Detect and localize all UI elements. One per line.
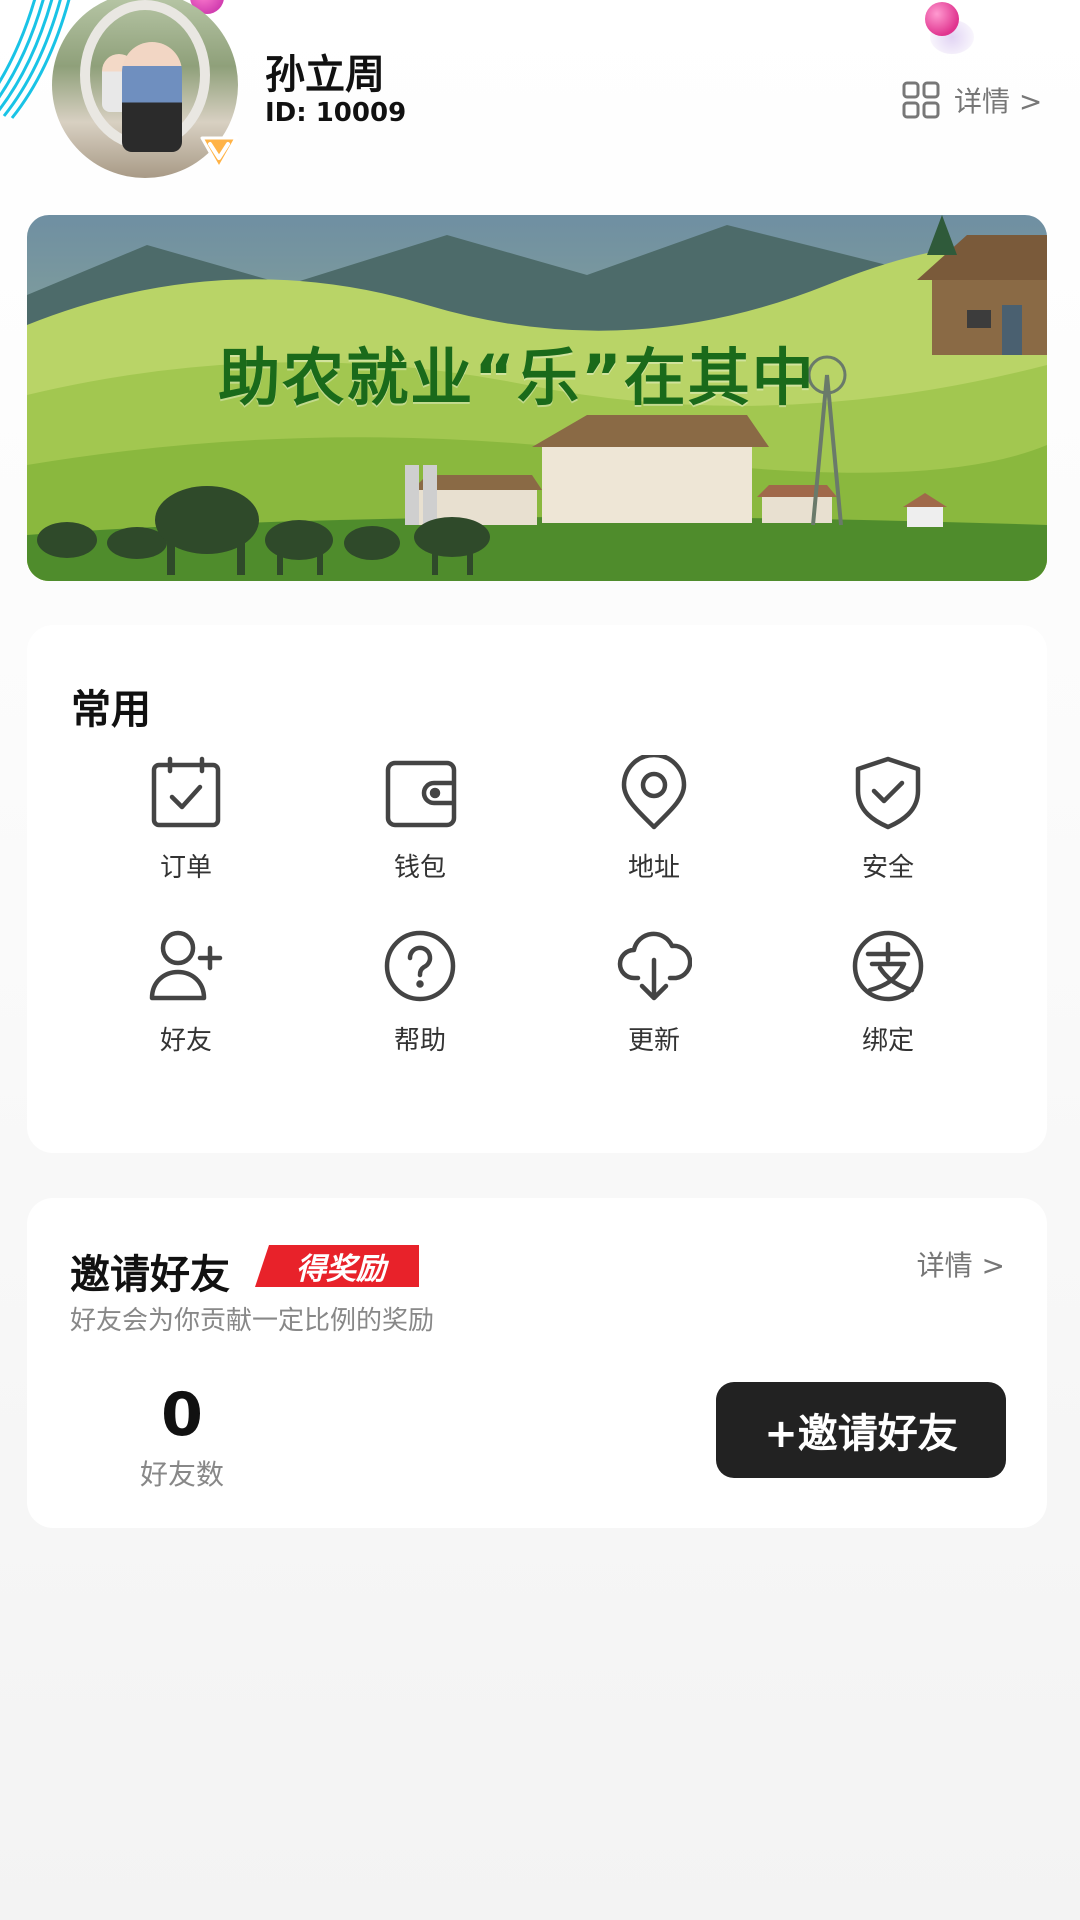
profile-detail-label: 详情 > bbox=[954, 85, 1043, 118]
shield-check-icon bbox=[855, 756, 921, 830]
alipay-icon bbox=[852, 930, 924, 1002]
invite-friends-card: 邀请好友 得奖励 详情 > 好友会为你贡献一定比例的奖励 0 好友数 +邀请好友 bbox=[27, 1198, 1047, 1528]
menu-item-update[interactable]: 更新 bbox=[537, 928, 771, 1057]
profile-detail-link[interactable]: 详情 > bbox=[902, 80, 1042, 120]
reward-tag-label: 得奖励 bbox=[296, 1252, 386, 1287]
friend-count: 0 bbox=[161, 1380, 203, 1450]
menu-item-wallet[interactable]: 钱包 bbox=[303, 755, 537, 884]
qr-code-icon bbox=[902, 81, 940, 119]
user-name: 孙立周 bbox=[265, 52, 385, 98]
vip-badge-icon bbox=[200, 136, 238, 170]
invite-friend-button[interactable]: +邀请好友 bbox=[716, 1382, 1006, 1478]
invite-subtitle: 好友会为你贡献一定比例的奖励 bbox=[70, 1306, 435, 1336]
menu-item-label: 地址 bbox=[627, 853, 680, 883]
banner-title: 助农就业“乐”在其中 bbox=[218, 341, 816, 414]
menu-item-bind[interactable]: 绑定 bbox=[771, 928, 1005, 1057]
avatar[interactable] bbox=[52, 0, 238, 178]
location-pin-icon bbox=[621, 755, 687, 830]
friend-count-label: 好友数 bbox=[139, 1458, 224, 1491]
invite-title: 邀请好友 bbox=[70, 1252, 230, 1298]
promo-banner[interactable]: 助农就业“乐”在其中 bbox=[27, 215, 1047, 581]
menu-item-address[interactable]: 地址 bbox=[537, 755, 771, 884]
reward-tag: 得奖励 bbox=[255, 1245, 419, 1287]
calendar-check-icon bbox=[151, 756, 221, 828]
menu-item-friends[interactable]: 好友 bbox=[69, 928, 303, 1057]
menu-item-label: 更新 bbox=[627, 1026, 680, 1056]
user-id: ID: 10009 bbox=[265, 98, 407, 128]
user-add-icon bbox=[149, 930, 223, 1001]
menu-item-orders[interactable]: 订单 bbox=[69, 755, 303, 884]
avatar-photo-person bbox=[122, 42, 182, 152]
profile-page: 孙立周 ID: 10009 详情 > 助农就业“乐”在其中 常用 订单 钱包 地… bbox=[0, 0, 1080, 1920]
cloud-download-icon bbox=[617, 931, 692, 1001]
menu-item-label: 订单 bbox=[159, 853, 212, 883]
invite-detail-link[interactable]: 详情 > bbox=[917, 1244, 1005, 1284]
menu-item-label: 钱包 bbox=[393, 853, 446, 883]
common-functions-grid: 订单 钱包 地址 安全 好友 帮助 更新 绑定 bbox=[27, 755, 1047, 1057]
common-functions-card: 常用 订单 钱包 地址 安全 好友 帮助 更新 绑定 bbox=[27, 625, 1047, 1153]
menu-item-label: 好友 bbox=[159, 1026, 212, 1056]
menu-item-label: 安全 bbox=[861, 853, 914, 883]
menu-item-security[interactable]: 安全 bbox=[771, 755, 1005, 884]
decorative-ball bbox=[925, 2, 959, 36]
help-circle-icon bbox=[384, 930, 456, 1002]
wallet-icon bbox=[385, 760, 457, 828]
menu-item-label: 帮助 bbox=[393, 1026, 446, 1056]
common-section-title: 常用 bbox=[71, 687, 151, 733]
menu-item-help[interactable]: 帮助 bbox=[303, 928, 537, 1057]
menu-item-label: 绑定 bbox=[861, 1026, 914, 1056]
